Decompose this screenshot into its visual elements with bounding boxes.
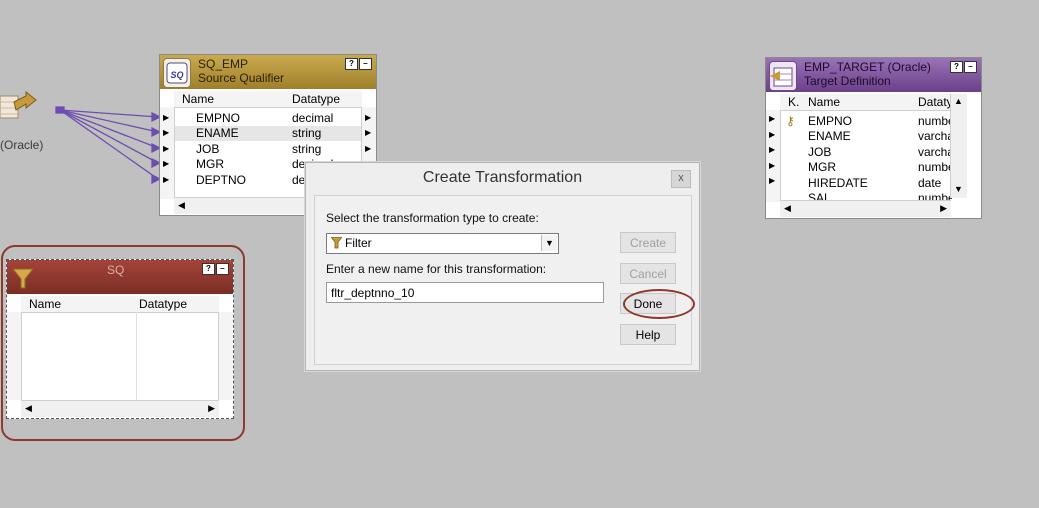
sq-port-name[interactable]: JOB <box>196 142 219 156</box>
scroll-up-icon[interactable]: ▲ <box>954 96 963 106</box>
transformation-type-select[interactable]: Filter ▼ <box>326 233 559 254</box>
svg-text:SQ: SQ <box>170 70 183 80</box>
filter-col-name: Name <box>29 297 62 311</box>
target-col-datatype: Datatype <box>918 95 951 109</box>
target-definition-box[interactable]: EMP_TARGET (Oracle) Target Definition ? … <box>765 57 982 219</box>
help-icon[interactable]: ? <box>345 58 358 70</box>
target-vertical-scrollbar[interactable]: ▲ ▼ <box>950 94 967 198</box>
port-pointer-icon: ▶ <box>769 161 776 170</box>
filter-icon <box>10 263 36 291</box>
scroll-right-icon[interactable]: ▶ <box>208 403 215 414</box>
target-row-selectors: ▶ ▶ ▶ ▶ ▶ <box>766 110 781 202</box>
filter-title: SQ <box>107 263 125 277</box>
target-definition-icon <box>769 61 797 91</box>
cancel-button[interactable]: Cancel <box>620 263 676 284</box>
port-pointer-icon: ▶ <box>163 144 170 153</box>
name-label: Enter a new name for this transformation… <box>326 262 547 276</box>
scroll-left-icon[interactable]: ◀ <box>178 200 185 211</box>
port-pointer-icon: ▶ <box>163 128 170 137</box>
scroll-left-icon[interactable]: ◀ <box>784 203 791 214</box>
target-col-key: K. <box>788 95 800 109</box>
sq-port-name[interactable]: EMPNO <box>196 111 240 125</box>
scroll-right-icon[interactable]: ▶ <box>940 203 947 214</box>
sq-port-name[interactable]: ENAME <box>196 126 239 140</box>
minimize-icon[interactable]: – <box>359 58 372 70</box>
target-port-type: number <box>918 114 952 128</box>
scroll-left-icon[interactable]: ◀ <box>25 403 32 414</box>
filter-transformation-box[interactable]: SQ ? – Name Datatype ◀ ▶ <box>6 259 234 419</box>
target-horizontal-scrollbar[interactable]: ◀ ▶ <box>780 200 951 217</box>
target-port-name[interactable]: JOB <box>808 145 831 159</box>
sq-port-name[interactable]: MGR <box>196 157 224 171</box>
create-button[interactable]: Create <box>620 232 676 253</box>
target-rows-clip: EMPNO number ENAME varchar2 JOB varchar2… <box>780 110 952 200</box>
sq-col-name: Name <box>182 92 215 106</box>
sq-port-type: string <box>292 126 322 140</box>
filter-output-selectors <box>218 312 233 400</box>
target-port-name[interactable]: ENAME <box>808 129 851 143</box>
sq-port-name[interactable]: DEPTNO <box>196 173 246 187</box>
minimize-icon[interactable]: – <box>964 61 977 73</box>
source-qualifier-icon: SQ <box>163 58 191 88</box>
sq-port-type: string <box>292 142 322 156</box>
help-icon[interactable]: ? <box>202 263 215 275</box>
target-subtitle: Target Definition <box>804 74 891 88</box>
target-port-name[interactable]: HIREDATE <box>808 176 868 190</box>
target-header[interactable]: EMP_TARGET (Oracle) Target Definition ? … <box>766 58 981 92</box>
filter-header[interactable]: SQ ? – <box>7 260 233 294</box>
target-port-type: number <box>918 191 952 200</box>
minimize-icon[interactable]: – <box>216 263 229 275</box>
sq-column-header: Name Datatype <box>174 91 362 108</box>
type-label: Select the transformation type to create… <box>326 211 539 225</box>
port-pointer-icon: ▶ <box>769 130 776 139</box>
target-port-type: varchar2 <box>918 129 952 143</box>
port-pointer-icon: ▶ <box>365 128 372 137</box>
target-port-type: date <box>918 176 942 190</box>
sq-row-selectors: ▶ ▶ ▶ ▶ ▶ <box>160 107 175 199</box>
target-column-header: K. Name Datatype <box>780 94 951 111</box>
source-definition-label: (Oracle) <box>0 138 44 152</box>
port-pointer-icon: ▶ <box>365 144 372 153</box>
source-definition-icon[interactable] <box>0 88 38 128</box>
sq-port-type: decimal <box>292 111 334 125</box>
filter-icon <box>330 236 343 252</box>
port-pointer-icon: ▶ <box>365 113 372 122</box>
target-port-name[interactable]: SAL <box>808 191 831 200</box>
filter-column-divider <box>136 312 137 400</box>
transformation-type-value: Filter <box>345 236 372 250</box>
filter-row-selectors <box>7 312 22 400</box>
port-pointer-icon: ▶ <box>163 113 170 122</box>
done-button-highlight <box>623 289 695 319</box>
target-port-type: varchar2 <box>918 145 952 159</box>
create-transformation-dialog[interactable]: Create Transformation x Select the trans… <box>305 162 700 371</box>
help-icon[interactable]: ? <box>950 61 963 73</box>
dialog-title: Create Transformation <box>422 169 583 186</box>
port-pointer-icon: ▶ <box>769 114 776 123</box>
port-pointer-icon: ▶ <box>769 176 776 185</box>
port-pointer-icon: ▶ <box>163 159 170 168</box>
target-port-name[interactable]: EMPNO <box>808 114 852 128</box>
close-icon[interactable]: x <box>671 170 691 188</box>
target-port-name[interactable]: MGR <box>808 160 836 174</box>
port-pointer-icon: ▶ <box>163 175 170 184</box>
dialog-body: Select the transformation type to create… <box>314 195 695 365</box>
scroll-down-icon[interactable]: ▼ <box>954 184 963 194</box>
sq-title: SQ_EMP <box>198 57 249 71</box>
target-port-type: number <box>918 160 952 174</box>
sq-col-datatype: Datatype <box>292 92 341 106</box>
filter-col-datatype: Datatype <box>139 297 188 311</box>
sq-subtitle: Source Qualifier <box>198 71 285 85</box>
chevron-down-icon[interactable]: ▼ <box>541 235 557 251</box>
target-col-name: Name <box>808 95 841 109</box>
help-button[interactable]: Help <box>620 324 676 345</box>
transformation-name-input[interactable] <box>326 282 604 303</box>
sq-header[interactable]: SQ SQ_EMP Source Qualifier ? – <box>160 55 376 89</box>
filter-column-header: Name Datatype <box>21 296 219 313</box>
target-title: EMP_TARGET (Oracle) <box>804 60 931 74</box>
port-pointer-icon: ▶ <box>769 145 776 154</box>
filter-horizontal-scrollbar[interactable]: ◀ ▶ <box>21 400 219 417</box>
